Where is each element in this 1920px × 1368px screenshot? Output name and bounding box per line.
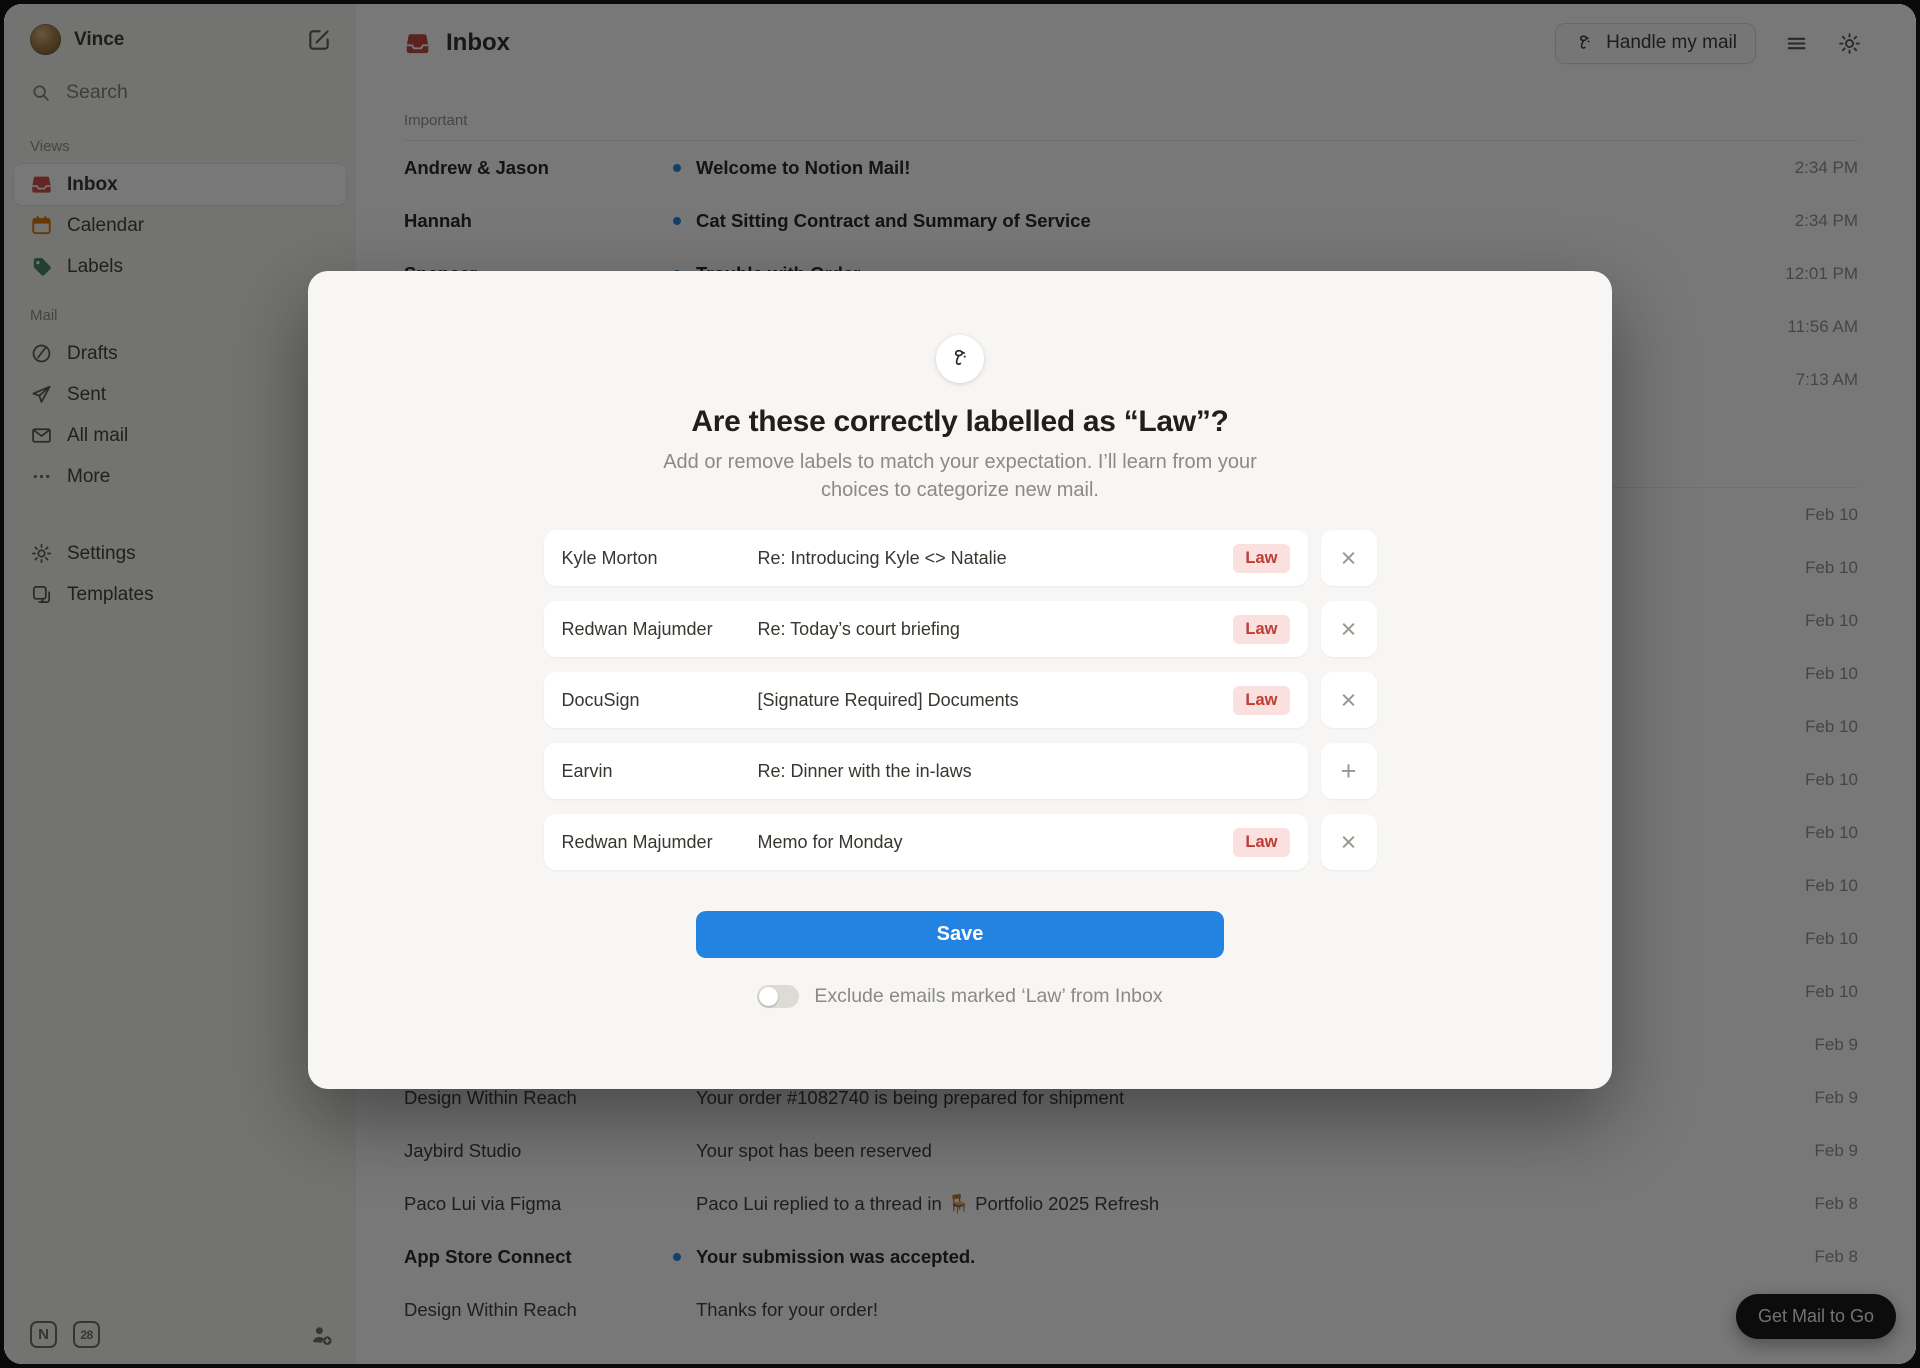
- label-badge: Law: [1233, 828, 1289, 857]
- modal-mail-card[interactable]: Earvin Re: Dinner with the in-laws: [544, 743, 1308, 799]
- label-confirmation-dialog: Are these correctly labelled as “Law”? A…: [308, 271, 1612, 1089]
- mail-subject: [Signature Required] Documents: [758, 690, 1234, 711]
- mail-sender: Redwan Majumder: [562, 832, 758, 853]
- mail-sender: Kyle Morton: [562, 548, 758, 569]
- mail-subject: Re: Introducing Kyle <> Natalie: [758, 548, 1234, 569]
- modal-rows: Kyle Morton Re: Introducing Kyle <> Nata…: [544, 530, 1377, 870]
- modal-mail-card[interactable]: DocuSign [Signature Required] Documents …: [544, 672, 1308, 728]
- dialog-subtitle: Add or remove labels to match your expec…: [635, 448, 1285, 504]
- dialog-title: Are these correctly labelled as “Law”?: [691, 405, 1228, 439]
- exclude-toggle-label: Exclude emails marked ‘Law’ from Inbox: [814, 985, 1162, 1008]
- modal-mail-row: Earvin Re: Dinner with the in-laws +: [544, 743, 1377, 799]
- label-badge: Law: [1233, 686, 1289, 715]
- label-badge: Law: [1233, 615, 1289, 644]
- app-window: Vince Search Views Inbox: [4, 4, 1916, 1364]
- remove-label-button[interactable]: ×: [1321, 814, 1377, 870]
- mail-subject: Memo for Monday: [758, 832, 1234, 853]
- modal-mail-row: Redwan Majumder Memo for Monday Law ×: [544, 814, 1377, 870]
- remove-label-button[interactable]: ×: [1321, 601, 1377, 657]
- remove-label-button[interactable]: ×: [1321, 672, 1377, 728]
- mail-subject: Re: Dinner with the in-laws: [758, 761, 1290, 782]
- mail-sender: Redwan Majumder: [562, 619, 758, 640]
- mail-sender: Earvin: [562, 761, 758, 782]
- modal-mail-card[interactable]: Redwan Majumder Memo for Monday Law: [544, 814, 1308, 870]
- lasso-icon: [936, 335, 984, 383]
- modal-mail-card[interactable]: Kyle Morton Re: Introducing Kyle <> Nata…: [544, 530, 1308, 586]
- mail-subject: Re: Today’s court briefing: [758, 619, 1234, 640]
- modal-mail-row: Redwan Majumder Re: Today’s court briefi…: [544, 601, 1377, 657]
- modal-mail-row: DocuSign [Signature Required] Documents …: [544, 672, 1377, 728]
- modal-mail-row: Kyle Morton Re: Introducing Kyle <> Nata…: [544, 530, 1377, 586]
- remove-label-button[interactable]: ×: [1321, 530, 1377, 586]
- add-label-button[interactable]: +: [1321, 743, 1377, 799]
- exclude-toggle[interactable]: [757, 985, 799, 1008]
- exclude-toggle-row: Exclude emails marked ‘Law’ from Inbox: [757, 985, 1162, 1008]
- modal-mail-card[interactable]: Redwan Majumder Re: Today’s court briefi…: [544, 601, 1308, 657]
- toggle-knob: [759, 987, 778, 1006]
- save-button[interactable]: Save: [696, 911, 1224, 958]
- mail-sender: DocuSign: [562, 690, 758, 711]
- label-badge: Law: [1233, 544, 1289, 573]
